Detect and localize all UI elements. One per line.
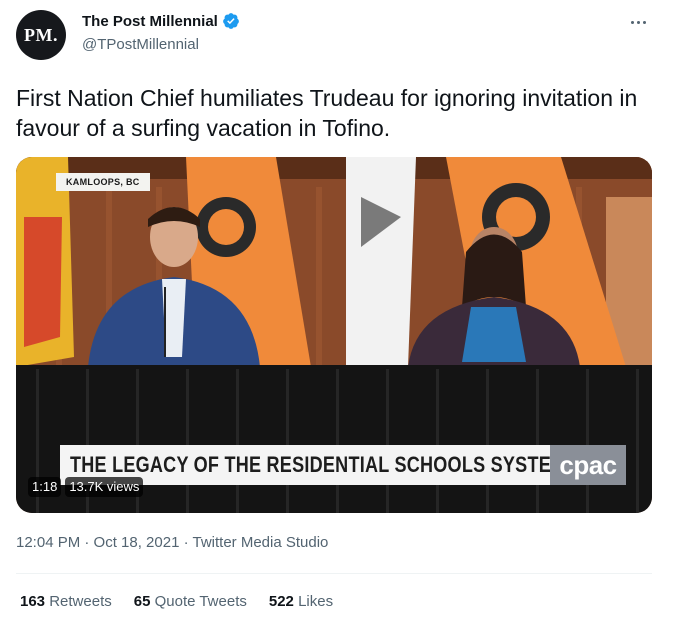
video-duration: 1:18 <box>28 477 62 497</box>
tweet-text: First Nation Chief humiliates Trudeau fo… <box>16 85 638 141</box>
video-player[interactable]: KAMLOOPS, BC THE LEGACY OF THE RESIDENTI… <box>16 157 652 513</box>
tweet-timestamp[interactable]: 12:04 PM · Oct 18, 2021 · Twitter Media … <box>16 534 328 551</box>
engagement-stats: 163 Retweets 65 Quote Tweets 522 Likes <box>20 593 333 610</box>
likes-count: 522 <box>268 593 294 610</box>
avatar[interactable]: PM. <box>16 10 66 60</box>
author-name-row[interactable]: The Post Millennial <box>82 12 240 30</box>
author-handle[interactable]: @TPostMillennial <box>82 36 199 53</box>
more-options-icon[interactable] <box>623 10 653 34</box>
location-tag: KAMLOOPS, BC <box>56 173 150 191</box>
author-name[interactable]: The Post Millennial <box>82 13 218 30</box>
video-badges: 1:18 13.7K views <box>28 477 144 497</box>
video-views: 13.7K views <box>65 477 144 497</box>
quotes-count: 65 <box>133 593 151 610</box>
retweets-label: Retweets <box>49 593 112 610</box>
retweets-stat[interactable]: 163 Retweets <box>20 593 112 610</box>
quotes-label: Quote Tweets <box>154 593 247 610</box>
verified-badge-icon <box>222 13 239 29</box>
retweets-count: 163 <box>20 593 46 610</box>
caption-text: THE LEGACY OF THE RESIDENTIAL SCHOOLS SY… <box>70 452 567 477</box>
quotes-stat[interactable]: 65 Quote Tweets <box>134 593 247 610</box>
broadcaster-logo: cpac <box>550 445 626 485</box>
divider <box>16 573 652 574</box>
likes-stat[interactable]: 522 Likes <box>269 593 333 610</box>
likes-label: Likes <box>298 593 334 610</box>
